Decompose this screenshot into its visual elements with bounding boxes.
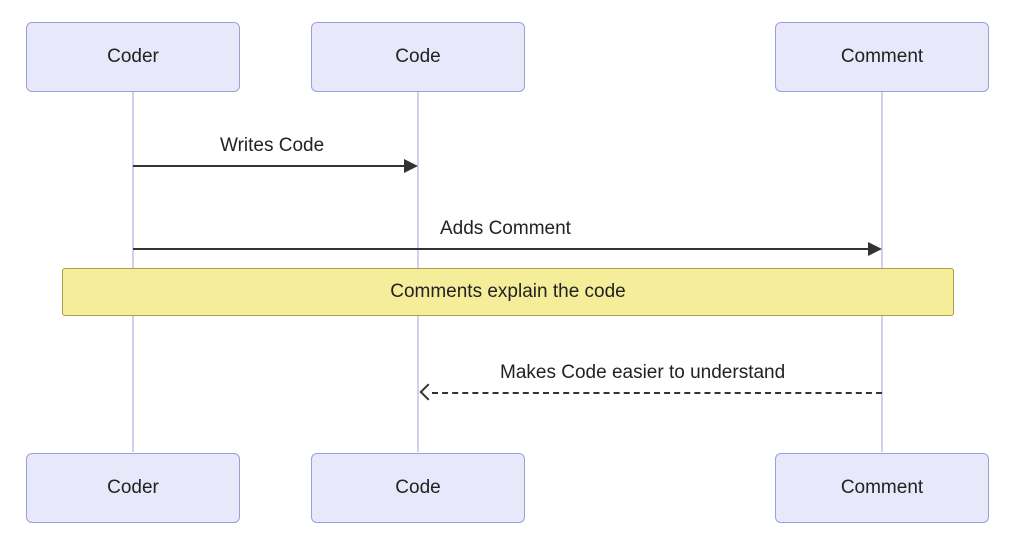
message-arrow-adds-comment	[133, 248, 868, 250]
note-comments-explain: Comments explain the code	[62, 268, 954, 316]
arrowhead-icon	[420, 384, 437, 401]
participant-coder-bottom: Coder	[26, 453, 240, 523]
note-text: Comments explain the code	[390, 281, 626, 303]
participant-label: Code	[395, 46, 440, 68]
message-label-easier-to-understand: Makes Code easier to understand	[500, 362, 785, 384]
arrowhead-icon	[868, 242, 882, 256]
message-arrow-writes-code	[133, 165, 404, 167]
arrowhead-icon	[404, 159, 418, 173]
participant-coder-top: Coder	[26, 22, 240, 92]
message-label-writes-code: Writes Code	[220, 135, 324, 157]
participant-comment-top: Comment	[775, 22, 989, 92]
participant-code-bottom: Code	[311, 453, 525, 523]
message-label-adds-comment: Adds Comment	[440, 218, 571, 240]
message-arrow-easier-to-understand	[432, 392, 882, 394]
participant-label: Comment	[841, 46, 923, 68]
participant-label: Coder	[107, 46, 159, 68]
participant-label: Comment	[841, 477, 923, 499]
participant-label: Coder	[107, 477, 159, 499]
participant-label: Code	[395, 477, 440, 499]
participant-code-top: Code	[311, 22, 525, 92]
participant-comment-bottom: Comment	[775, 453, 989, 523]
